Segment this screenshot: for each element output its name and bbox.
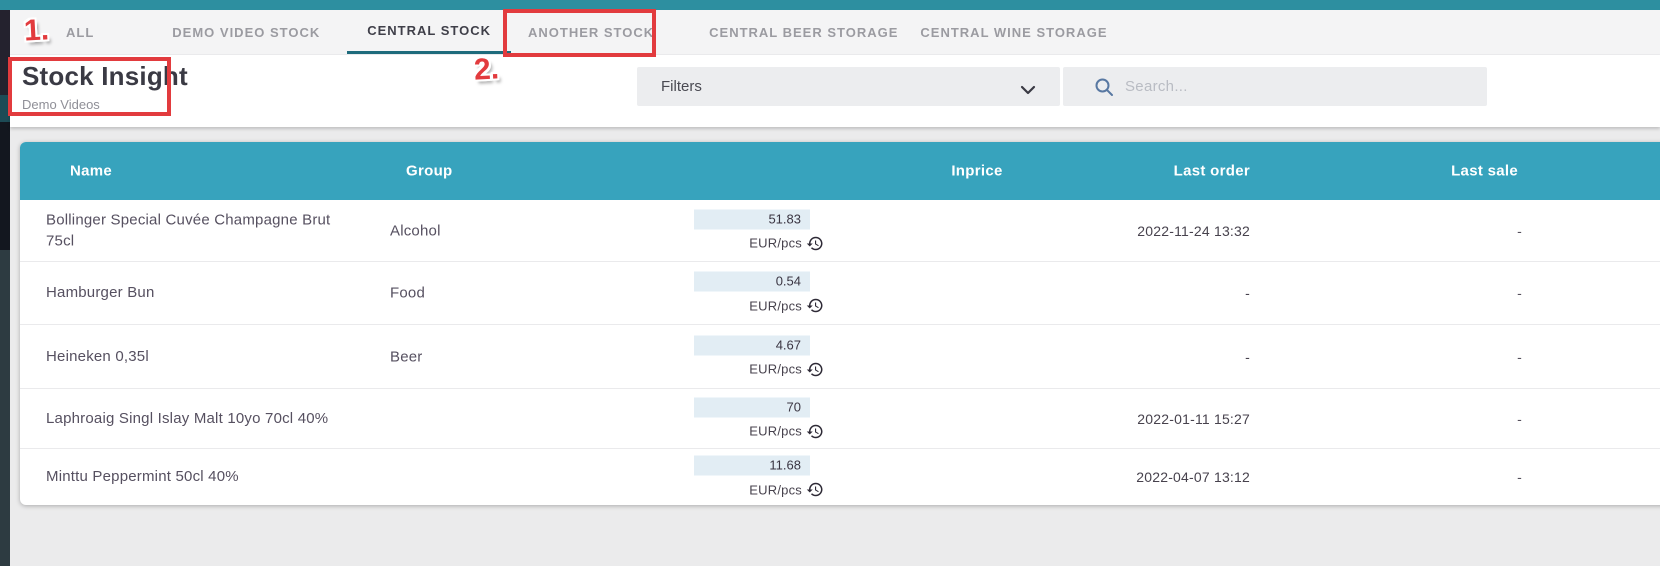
last-order-value: 2022-04-07 13:12 [1000,469,1250,485]
sidebar-sliver [0,95,10,122]
last-sale-value: - [1302,285,1522,301]
page-header: Stock Insight Demo Videos Filters [10,55,1660,127]
product-name: Bollinger Special Cuvée Champagne Brut 7… [46,209,338,253]
last-sale-value: - [1302,349,1522,365]
inprice-cell: 4.67 EUR/pcs [674,335,824,378]
inprice-cell: 70 EUR/pcs [674,397,824,440]
search-input[interactable] [1125,78,1475,95]
inprice-cell: 11.68 EUR/pcs [674,456,824,499]
tab-central-beer-storage[interactable]: CENTRAL BEER STORAGE [709,10,898,54]
price-unit-label: EUR/pcs [749,482,802,497]
price-history-icon[interactable] [806,422,824,440]
product-name: Heineken 0,35l [46,346,338,368]
table-row[interactable]: Bollinger Special Cuvée Champagne Brut 7… [20,200,1660,261]
inprice-value-field[interactable]: 11.68 [694,456,810,476]
price-history-icon[interactable] [806,234,824,252]
tab-all[interactable]: ALL [66,10,94,54]
inprice-value-field[interactable]: 51.83 [694,209,810,229]
price-history-icon[interactable] [806,481,824,499]
inprice-value-field[interactable]: 4.67 [694,335,810,355]
last-order-value: - [1000,285,1250,301]
stock-table: Name Group Inprice Last order Last sale … [20,142,1660,505]
last-order-value: 2022-11-24 13:32 [1000,223,1250,239]
table-row[interactable]: Heineken 0,35l Beer 4.67 EUR/pcs - - [20,324,1660,388]
inprice-cell: 51.83 EUR/pcs [674,209,824,252]
last-order-value: 2022-01-11 15:27 [1000,411,1250,427]
product-name: Hamburger Bun [46,282,338,304]
page-subtitle: Demo Videos [22,97,100,112]
table-header-row: Name Group Inprice Last order Last sale [20,142,1660,200]
sidebar-sliver [0,122,10,250]
column-header-last-order[interactable]: Last order [1000,163,1250,180]
inprice-value-field[interactable]: 70 [694,397,810,417]
price-unit-label: EUR/pcs [749,424,802,439]
price-unit-label: EUR/pcs [749,362,802,377]
stock-insight-screen: ALL DEMO VIDEO STOCK CENTRAL STOCK ANOTH… [0,0,1660,566]
search-box [1063,67,1487,106]
sidebar-sliver [0,10,10,95]
column-header-group[interactable]: Group [406,163,453,180]
price-history-icon[interactable] [806,297,824,315]
price-unit-label: EUR/pcs [749,298,802,313]
product-group: Food [390,285,425,302]
product-name: Minttu Peppermint 50cl 40% [46,466,338,488]
stock-tab-bar: ALL DEMO VIDEO STOCK CENTRAL STOCK ANOTH… [10,10,1660,55]
last-order-value: - [1000,349,1250,365]
chevron-down-icon [1020,82,1036,100]
tab-central-wine-storage[interactable]: CENTRAL WINE STORAGE [920,10,1107,54]
column-header-name[interactable]: Name [70,163,112,180]
tab-demo-video-stock[interactable]: DEMO VIDEO STOCK [172,10,320,54]
filters-label: Filters [661,78,702,95]
inprice-cell: 0.54 EUR/pcs [674,272,824,315]
filters-dropdown[interactable]: Filters [637,67,1060,106]
last-sale-value: - [1302,223,1522,239]
page-title: Stock Insight [22,61,188,92]
inprice-value-field[interactable]: 0.54 [694,272,810,292]
last-sale-value: - [1302,469,1522,485]
price-history-icon[interactable] [806,360,824,378]
table-row[interactable]: Laphroaig Singl Islay Malt 10yo 70cl 40%… [20,388,1660,448]
top-accent-bar [0,0,1660,10]
price-unit-label: EUR/pcs [749,236,802,251]
table-row[interactable]: Minttu Peppermint 50cl 40% 11.68 EUR/pcs… [20,448,1660,505]
product-name: Laphroaig Singl Islay Malt 10yo 70cl 40% [46,408,338,430]
search-icon [1093,76,1115,98]
product-group: Beer [390,348,423,365]
tab-central-stock-active[interactable]: CENTRAL STOCK [347,10,511,54]
last-sale-value: - [1302,411,1522,427]
sidebar-sliver [0,250,10,566]
column-header-last-sale[interactable]: Last sale [1302,163,1518,180]
table-row[interactable]: Hamburger Bun Food 0.54 EUR/pcs - - [20,261,1660,324]
product-group: Alcohol [390,222,441,239]
tab-another-stock[interactable]: ANOTHER STOCK [528,10,654,54]
